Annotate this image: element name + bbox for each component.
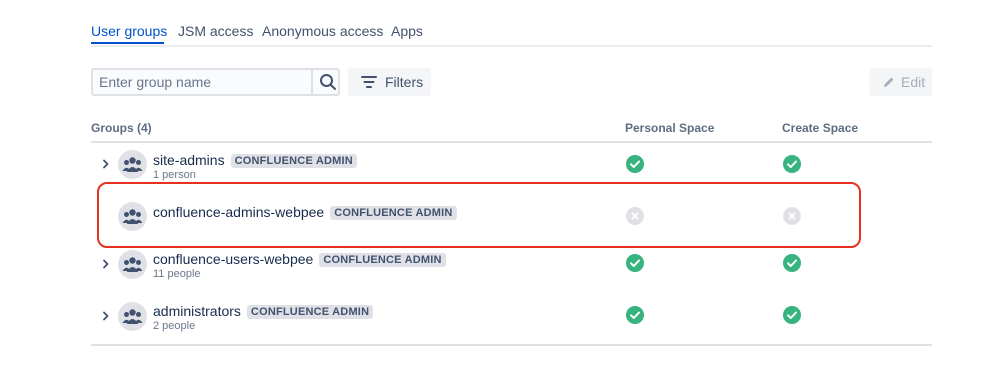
table-row: confluence-users-webpee CONFLUENCE ADMIN … xyxy=(91,241,932,291)
search-input[interactable] xyxy=(93,70,309,94)
check-circle-icon xyxy=(626,254,644,272)
chevron-right-icon[interactable] xyxy=(101,311,111,321)
group-name: confluence-users-webpee xyxy=(153,251,314,267)
group-search xyxy=(91,68,340,96)
group-avatar xyxy=(118,202,147,231)
filters-button[interactable]: Filters xyxy=(348,68,431,96)
group-name: administrators xyxy=(153,303,241,319)
tab-user-groups[interactable]: User groups xyxy=(91,23,167,39)
table-row: site-admins CONFLUENCE ADMIN 1 person xyxy=(91,142,932,192)
group-name-link[interactable]: site-admins CONFLUENCE ADMIN xyxy=(153,152,357,168)
member-count: 2 people xyxy=(153,320,196,332)
check-circle-icon xyxy=(783,155,801,173)
people-group-icon xyxy=(122,209,143,224)
check-circle-icon xyxy=(783,254,801,272)
chevron-right-icon[interactable] xyxy=(101,159,111,169)
member-count: 1 person xyxy=(153,169,196,181)
tab-bar: User groups JSM access Anonymous access … xyxy=(91,0,932,47)
search-icon xyxy=(319,74,336,90)
edit-button[interactable]: Edit xyxy=(869,68,932,96)
group-name: site-admins xyxy=(153,152,225,168)
tab-anonymous-access[interactable]: Anonymous access xyxy=(262,23,383,39)
group-name-link[interactable]: administrators CONFLUENCE ADMIN xyxy=(153,303,374,319)
check-circle-icon xyxy=(626,306,644,324)
check-circle-icon xyxy=(783,306,801,324)
group-name: confluence-admins-webpee xyxy=(153,204,325,220)
table-bottom-border xyxy=(91,344,932,346)
column-header-create-space: Create Space xyxy=(782,121,859,135)
group-avatar xyxy=(118,302,147,331)
admin-badge: CONFLUENCE ADMIN xyxy=(330,206,457,220)
column-header-groups: Groups (4) xyxy=(91,121,152,135)
people-group-icon xyxy=(122,309,143,324)
admin-badge: CONFLUENCE ADMIN xyxy=(319,253,446,267)
table-row: confluence-admins-webpee CONFLUENCE ADMIN xyxy=(91,192,932,242)
check-circle-icon xyxy=(626,155,644,173)
table-header: Groups (4) Personal Space Create Space xyxy=(91,115,932,143)
group-avatar xyxy=(118,150,147,179)
search-button[interactable] xyxy=(311,68,342,96)
group-name-link[interactable]: confluence-users-webpee CONFLUENCE ADMIN xyxy=(153,251,446,267)
group-name-link[interactable]: confluence-admins-webpee CONFLUENCE ADMIN xyxy=(153,204,457,220)
people-group-icon xyxy=(122,157,143,172)
admin-badge: CONFLUENCE ADMIN xyxy=(246,305,374,319)
tab-apps[interactable]: Apps xyxy=(391,23,423,39)
column-header-personal-space: Personal Space xyxy=(625,121,715,135)
tab-jsm-access[interactable]: JSM access xyxy=(178,23,253,39)
admin-badge: CONFLUENCE ADMIN xyxy=(230,154,357,168)
pencil-icon xyxy=(884,77,894,87)
edit-label: Edit xyxy=(901,74,926,90)
group-avatar xyxy=(118,250,147,279)
active-tab-indicator xyxy=(91,42,164,44)
chevron-right-icon[interactable] xyxy=(101,259,111,269)
cross-circle-icon xyxy=(626,207,644,225)
cross-circle-icon xyxy=(783,207,801,225)
member-count: 11 people xyxy=(153,268,201,280)
filter-icon xyxy=(361,76,377,88)
filters-label: Filters xyxy=(385,74,424,90)
people-group-icon xyxy=(122,257,143,272)
table-row: administrators CONFLUENCE ADMIN 2 people xyxy=(91,293,932,343)
